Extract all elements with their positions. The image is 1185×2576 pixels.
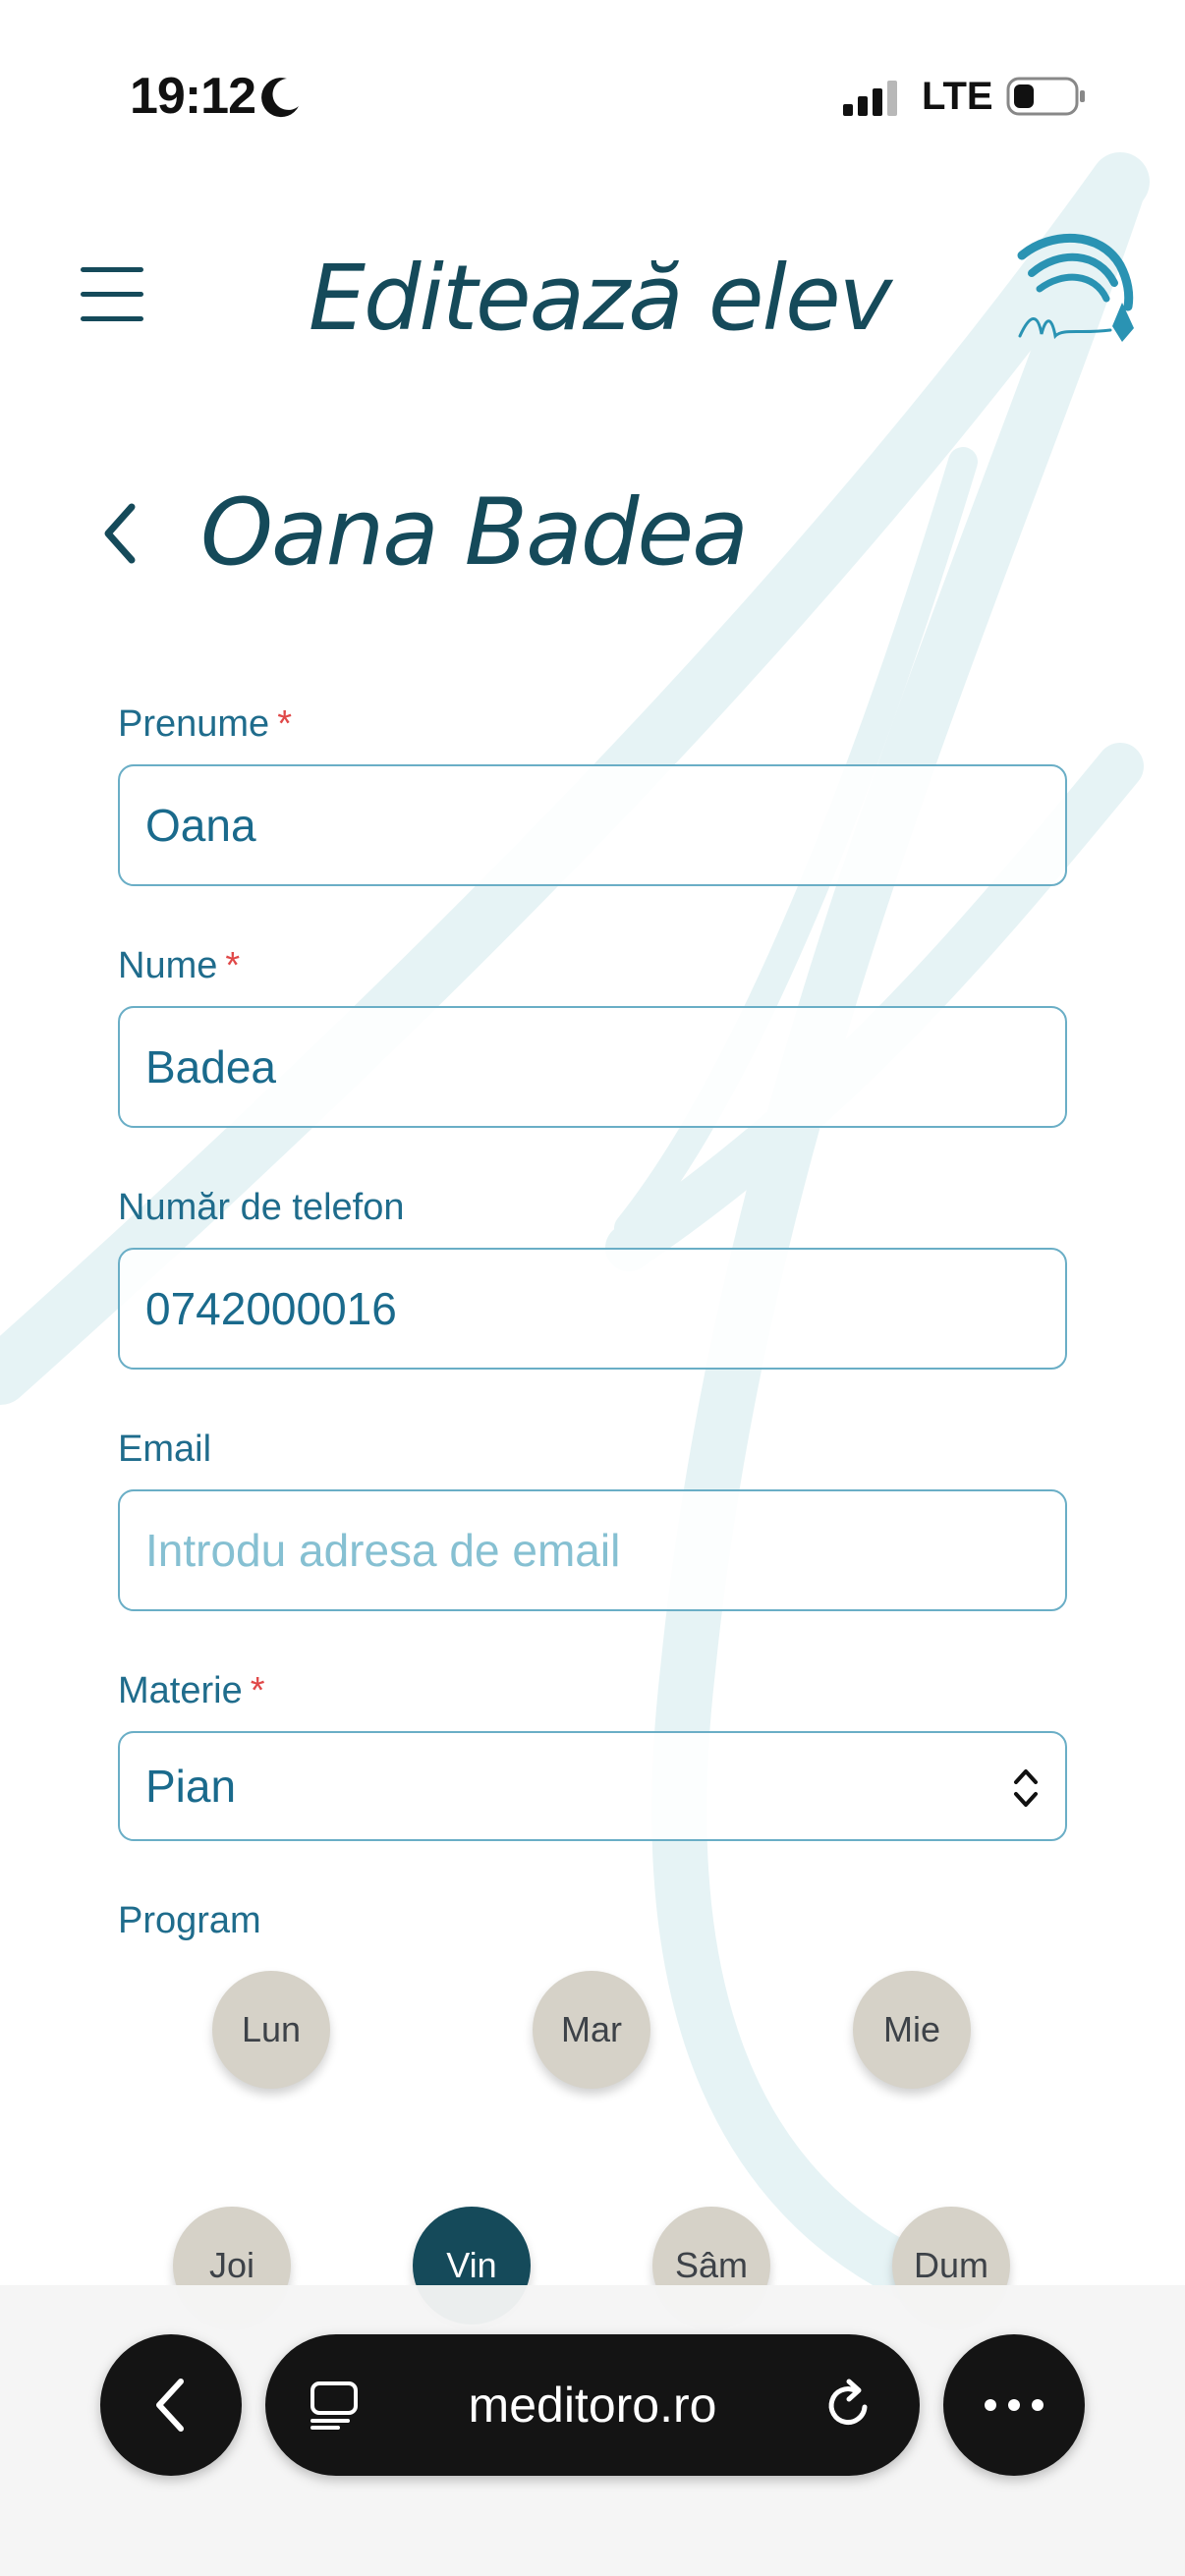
subject-selected-value: Pian — [145, 1761, 237, 1812]
last-name-field[interactable]: Badea — [118, 1006, 1067, 1128]
first-name-label: Prenume * — [118, 703, 292, 746]
required-mark: * — [277, 703, 292, 745]
student-name: Oana Badea — [200, 479, 749, 587]
network-label: LTE — [922, 75, 993, 118]
status-bar: 19:12 LTE — [0, 0, 1185, 177]
required-mark: * — [225, 945, 241, 986]
select-chevron-icon — [1014, 1769, 1038, 1807]
meditoro-logo[interactable] — [1012, 226, 1140, 354]
page-title: Editează elev — [308, 246, 892, 351]
first-name-label-text: Prenume — [118, 703, 270, 745]
day-chip-lun[interactable]: Lun — [212, 1971, 330, 2089]
moon-icon — [261, 78, 299, 118]
day-chip-mar[interactable]: Mar — [533, 1971, 650, 2089]
email-label: Email — [118, 1428, 212, 1470]
subject-label: Materie * — [118, 1670, 265, 1712]
last-name-label-text: Nume — [118, 945, 218, 986]
email-field[interactable]: Introdu adresa de email — [118, 1489, 1067, 1611]
battery-icon — [1006, 77, 1085, 116]
required-mark: * — [250, 1670, 265, 1711]
tab-overview-icon[interactable] — [309, 2380, 360, 2431]
browser-back-button[interactable] — [100, 2334, 242, 2476]
subject-select[interactable]: Pian — [118, 1731, 1067, 1841]
browser-more-button[interactable] — [943, 2334, 1085, 2476]
browser-address-bar[interactable]: meditoro.ro — [265, 2334, 920, 2476]
more-dots-icon — [985, 2399, 1044, 2411]
status-time: 19:12 — [130, 68, 256, 125]
back-chevron-icon[interactable] — [100, 499, 140, 568]
back-arrow-icon — [156, 2379, 184, 2432]
phone-label: Număr de telefon — [118, 1187, 405, 1228]
last-name-label: Nume * — [118, 945, 240, 987]
day-chip-mie[interactable]: Mie — [853, 1971, 971, 2089]
menu-icon[interactable] — [81, 265, 143, 324]
subject-label-text: Materie — [118, 1670, 243, 1711]
phone-field[interactable]: 0742000016 — [118, 1248, 1067, 1370]
first-name-field[interactable]: Oana — [118, 764, 1067, 886]
signal-icon — [843, 81, 897, 116]
program-label: Program — [118, 1900, 261, 1941]
reload-icon[interactable] — [821, 2378, 876, 2433]
